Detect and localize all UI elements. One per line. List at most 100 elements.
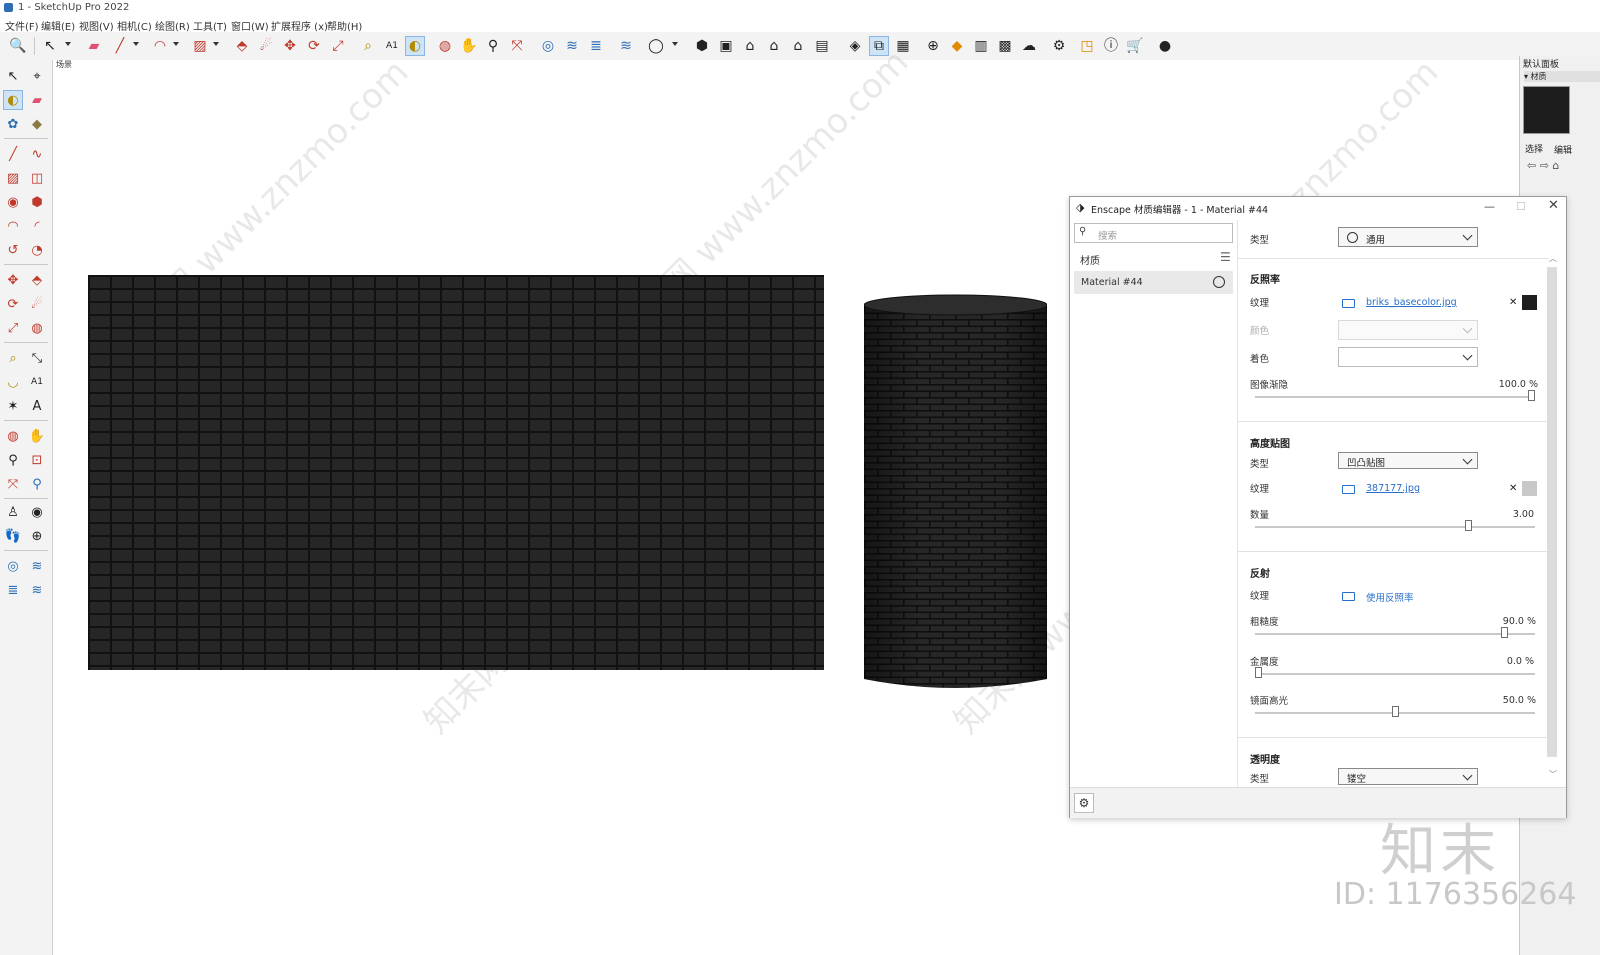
arc-3pt-icon[interactable]: ↺	[3, 240, 23, 260]
tag-icon[interactable]: ◆	[27, 114, 47, 134]
extension-manager-icon[interactable]: ≋	[27, 580, 47, 600]
back-view-icon[interactable]: ⌂	[788, 36, 808, 56]
height-texture-swatch[interactable]	[1522, 481, 1537, 496]
scroll-down-icon[interactable]: ﹀	[1549, 769, 1557, 780]
minimize-icon[interactable]: —	[1484, 200, 1495, 213]
rectangle-icon[interactable]: ▨	[190, 36, 210, 56]
cart-icon[interactable]: 🛒	[1125, 36, 1145, 56]
remove-texture-icon[interactable]: ✕	[1509, 297, 1517, 308]
zoom-extents-icon[interactable]: ⤧	[507, 36, 527, 56]
extension-manager-icon[interactable]: ≋	[616, 36, 636, 56]
roughness-slider-track[interactable]	[1255, 633, 1535, 635]
chevron-down-icon[interactable]	[65, 42, 71, 46]
roughness-slider-handle[interactable]	[1500, 627, 1508, 638]
gear-icon[interactable]: ⚙	[1074, 793, 1094, 813]
zoom-icon[interactable]: ⚲	[483, 36, 503, 56]
chevron-down-icon[interactable]	[173, 42, 179, 46]
dialog-title-bar[interactable]: ⬗ Enscape 材质编辑器 - 1 - Material #44 — ☐ ✕	[1070, 197, 1566, 219]
paint-bucket-icon[interactable]: ◐	[3, 90, 23, 110]
menu-file[interactable]: 文件(F)	[5, 18, 39, 33]
lasso-select-icon[interactable]: ⌖	[27, 66, 47, 86]
menu-edit[interactable]: 编辑(E)	[41, 18, 75, 33]
circle-icon[interactable]: ◉	[3, 192, 23, 212]
top-view-icon[interactable]: ▣	[716, 36, 736, 56]
material-type-select[interactable]: 通用	[1338, 227, 1478, 247]
height-type-select[interactable]: 凹凸贴图	[1338, 452, 1478, 469]
chevron-down-icon[interactable]	[133, 42, 139, 46]
follow-me-icon[interactable]: ☄	[27, 294, 47, 314]
polygon-icon[interactable]: ⬢	[27, 192, 47, 212]
component-icon[interactable]: ✿	[3, 114, 23, 134]
settings-icon[interactable]: ⚙	[1049, 36, 1069, 56]
pan-hand-icon[interactable]: ✋	[27, 426, 47, 446]
paint-bucket-icon[interactable]: ◐	[405, 36, 425, 56]
scale-icon[interactable]: ⤢	[328, 36, 348, 56]
rotate-icon[interactable]: ⟳	[304, 36, 324, 56]
upload-cloud-icon[interactable]: ☁	[1019, 36, 1039, 56]
metallic-slider-handle[interactable]	[1255, 667, 1262, 678]
feedback-icon[interactable]: ◳	[1077, 36, 1097, 56]
look-around-icon[interactable]: ◉	[27, 502, 47, 522]
right-view-icon[interactable]: ⌂	[764, 36, 784, 56]
arc-icon[interactable]: ◠	[150, 36, 170, 56]
move-icon[interactable]: ✥	[280, 36, 300, 56]
arc-icon[interactable]: ◠	[3, 216, 23, 236]
arc-2pt-icon[interactable]: ◜	[27, 216, 47, 236]
3d-text-icon[interactable]: A	[27, 396, 47, 416]
user-account-icon[interactable]: ◯	[646, 36, 666, 56]
dimension-icon[interactable]: ⤡	[27, 348, 47, 368]
tab-select[interactable]: 选择	[1525, 142, 1543, 155]
height-amount-slider-handle[interactable]	[1465, 520, 1473, 531]
image-fade-slider-track[interactable]	[1255, 396, 1535, 398]
zoom-extents-icon[interactable]: ⤧	[3, 474, 23, 494]
axes-icon[interactable]: ✶	[3, 396, 23, 416]
pan-hand-icon[interactable]: ✋	[459, 36, 479, 56]
albedo-texture-swatch[interactable]	[1522, 295, 1537, 310]
transparency-type-select[interactable]: 镂空	[1338, 768, 1478, 785]
protractor-icon[interactable]: ◡	[3, 372, 23, 392]
push-pull-icon[interactable]: ⬘	[27, 270, 47, 290]
extension-warehouse-icon[interactable]: ≋	[562, 36, 582, 56]
pencil-line-icon[interactable]: ╱	[110, 36, 130, 56]
menu-help[interactable]: 帮助(H)	[327, 18, 362, 33]
text-tool-icon[interactable]: A1	[27, 372, 47, 392]
scene-tab-label[interactable]: 场景	[56, 59, 72, 70]
menu-view[interactable]: 视图(V)	[79, 18, 114, 33]
chevron-down-icon[interactable]	[672, 42, 678, 46]
material-list-item[interactable]: Material #44	[1074, 271, 1233, 294]
specular-slider-handle[interactable]	[1391, 706, 1399, 717]
search-icon[interactable]: 🔍	[8, 36, 28, 56]
maximize-icon[interactable]: ☐	[1516, 200, 1526, 213]
3d-warehouse-icon[interactable]: ◎	[3, 556, 23, 576]
scale-icon[interactable]: ⤢	[3, 318, 23, 338]
folder-icon[interactable]	[1342, 485, 1355, 494]
select-arrow-icon[interactable]: ↖	[40, 36, 60, 56]
extension-warehouse-icon[interactable]: ≋	[27, 556, 47, 576]
follow-me-icon[interactable]: ☄	[256, 36, 276, 56]
front-view-icon[interactable]: ⌂	[740, 36, 760, 56]
hamburger-menu-icon[interactable]: ☰	[1220, 250, 1231, 264]
brick-wall-model[interactable]	[88, 275, 824, 670]
height-texture-file-link[interactable]: 387177.jpg	[1366, 483, 1420, 494]
orbit-icon[interactable]: ◍	[435, 36, 455, 56]
select-arrow-icon[interactable]: ↖	[3, 66, 23, 86]
eraser-icon[interactable]: ▰	[27, 90, 47, 110]
iso-view-icon[interactable]: ⬢	[692, 36, 712, 56]
freehand-icon[interactable]: ∿	[27, 144, 47, 164]
properties-scrollbar[interactable]	[1547, 267, 1557, 757]
zoom-icon[interactable]: ⚲	[3, 450, 23, 470]
add-icon[interactable]: ⊕	[923, 36, 943, 56]
tape-measure-icon[interactable]: ⌕	[3, 348, 23, 368]
3d-warehouse-icon[interactable]: ◎	[538, 36, 558, 56]
image-fade-slider-handle[interactable]	[1528, 390, 1535, 401]
zoom-window-icon[interactable]: ⊡	[27, 450, 47, 470]
offset-icon[interactable]: ◍	[27, 318, 47, 338]
tab-edit[interactable]: 编辑	[1554, 143, 1572, 156]
rotate-icon[interactable]: ⟳	[3, 294, 23, 314]
enscape-asset-icon[interactable]: ◆	[947, 36, 967, 56]
section-plane-icon[interactable]: ⊕	[27, 526, 47, 546]
close-icon[interactable]: ✕	[1548, 198, 1559, 213]
height-amount-slider-track[interactable]	[1255, 526, 1535, 528]
folder-icon[interactable]	[1342, 592, 1355, 601]
scroll-up-icon[interactable]: ︿	[1549, 253, 1557, 264]
